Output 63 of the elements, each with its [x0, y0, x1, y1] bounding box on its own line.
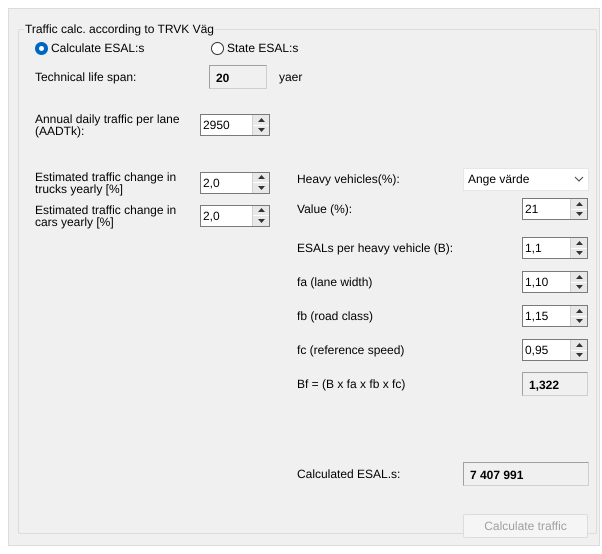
number-spinner[interactable]: 2,0 [200, 204, 270, 226]
down-arrow-icon [576, 251, 582, 256]
readonly-field: 20 [209, 65, 267, 89]
decrement-button[interactable] [253, 183, 269, 192]
field-label: Bf = (B x fa x fb x fc) [297, 378, 406, 390]
up-arrow-icon [576, 274, 582, 279]
field-label: Calculated ESAL.s: [297, 468, 402, 480]
increment-button[interactable] [571, 199, 587, 210]
up-arrow-icon [576, 240, 582, 245]
number-spinner[interactable]: 1,15 [522, 305, 588, 327]
down-arrow-icon [576, 319, 582, 324]
down-arrow-icon [576, 285, 582, 290]
number-spinner[interactable]: 21 [522, 198, 588, 220]
number-field[interactable]: 0,95 [523, 340, 570, 360]
number-field[interactable]: 2,0 [201, 172, 252, 192]
field-label: Estimated traffic change in cars yearly [%] [35, 204, 178, 228]
up-arrow-icon [258, 175, 264, 180]
up-arrow-icon [258, 118, 264, 122]
number-field[interactable]: 1,15 [523, 306, 570, 326]
readonly-field: 1,322 [522, 372, 588, 396]
number-spinner[interactable]: 1,10 [522, 271, 588, 293]
field-label: Heavy vehicles(%): [297, 173, 401, 185]
field-label: Annual daily traffic per lane (AADTk): [35, 113, 181, 137]
radio-option[interactable]: State ESAL:s [211, 41, 331, 55]
down-arrow-icon [576, 212, 582, 216]
result-field: 7 407 991 [463, 462, 589, 486]
number-field[interactable]: 1,10 [523, 272, 570, 292]
field-label: ESALs per heavy vehicle (B): [297, 242, 454, 254]
increment-button[interactable] [571, 272, 587, 282]
unit-label: yaer [279, 70, 302, 84]
down-arrow-icon [258, 218, 264, 223]
field-label: Estimated traffic change in trucks yearly [%] [35, 170, 178, 194]
number-spinner[interactable]: 1,1 [522, 237, 588, 259]
increment-button[interactable] [253, 115, 269, 126]
radio-option[interactable]: Calculate ESAL:s [35, 41, 211, 55]
up-arrow-icon [576, 308, 582, 313]
increment-button[interactable] [571, 306, 587, 316]
dropdown[interactable]: Ange värde [463, 168, 589, 190]
group-title: Traffic calc. according to TRVK Väg [24, 22, 215, 36]
up-arrow-icon [258, 208, 264, 212]
field-label: fc (reference speed) [297, 344, 406, 356]
increment-button[interactable] [253, 206, 269, 216]
number-spinner[interactable]: 2,0 [200, 172, 270, 194]
decrement-button[interactable] [253, 216, 269, 226]
number-field[interactable]: 2,0 [201, 206, 252, 226]
number-field[interactable]: 1,1 [523, 238, 570, 258]
field-label: fa (lane width) [297, 276, 374, 288]
number-field[interactable]: 2950 [201, 115, 252, 135]
down-arrow-icon [258, 128, 264, 132]
field-label: Value (%): [297, 203, 354, 215]
field-label: Technical life span: [35, 71, 138, 83]
up-arrow-icon [576, 202, 582, 206]
number-field[interactable]: 21 [523, 199, 570, 219]
chevron-down-icon [574, 176, 584, 182]
down-arrow-icon [576, 353, 582, 358]
increment-button[interactable] [571, 340, 587, 350]
number-spinner[interactable]: 0,95 [522, 339, 588, 361]
increment-button[interactable] [571, 238, 587, 248]
increment-button[interactable] [253, 172, 269, 183]
up-arrow-icon [576, 342, 582, 347]
number-spinner[interactable]: 2950 [200, 114, 270, 136]
down-arrow-icon [258, 186, 264, 190]
field-label: fb (road class) [297, 310, 374, 322]
